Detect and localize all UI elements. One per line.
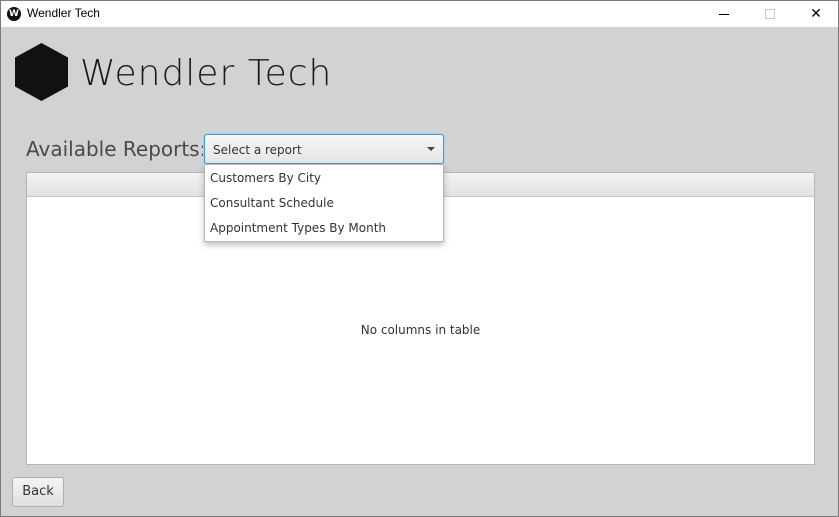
close-icon: ✕ <box>810 6 822 22</box>
back-button[interactable]: Back <box>12 477 64 507</box>
window-title: Wendler Tech <box>27 6 100 20</box>
table-placeholder: No columns in table <box>360 323 481 337</box>
brand-title: Wendler Tech <box>80 53 333 94</box>
app-window: W Wendler Tech ✕ Wendler Tech Available … <box>0 0 839 517</box>
title-bar[interactable]: W Wendler Tech ✕ <box>1 1 838 27</box>
app-logo-icon: W <box>7 7 21 21</box>
minimize-button[interactable] <box>701 1 747 27</box>
dropdown-option-customers-by-city[interactable]: Customers By City <box>205 166 443 191</box>
minimize-icon <box>719 13 729 15</box>
maximize-icon <box>765 9 775 19</box>
chevron-down-icon <box>427 147 435 151</box>
available-reports-label: Available Reports: <box>26 137 207 161</box>
report-select-value: Select a report <box>213 143 302 157</box>
dropdown-option-consultant-schedule[interactable]: Consultant Schedule <box>205 191 443 216</box>
maximize-button[interactable] <box>747 1 793 27</box>
close-button[interactable]: ✕ <box>793 1 839 27</box>
hexagon-logo <box>15 43 68 101</box>
report-dropdown-list[interactable]: Customers By City Consultant Schedule Ap… <box>204 164 444 242</box>
dropdown-option-appointment-types-by-month[interactable]: Appointment Types By Month <box>205 216 443 241</box>
report-select[interactable]: Select a report <box>204 134 444 164</box>
